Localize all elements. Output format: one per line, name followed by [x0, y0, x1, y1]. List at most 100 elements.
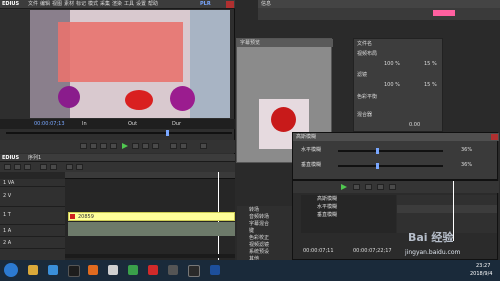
app-icon-3[interactable] — [168, 265, 178, 275]
preview-window-titlebar: 字幕预览 — [237, 39, 333, 47]
player-scrubber[interactable] — [6, 130, 232, 136]
player-menu-tools[interactable]: 工具 — [124, 2, 134, 7]
info-value-1: 15 % — [424, 61, 437, 67]
clock-date: 2018/9/4 — [470, 271, 493, 277]
ft-button-1[interactable] — [353, 184, 360, 190]
step-forward-button[interactable] — [132, 143, 139, 149]
effect-item-3[interactable]: 键 — [249, 229, 254, 234]
player-scrubber-handle[interactable] — [166, 130, 169, 136]
balloon-flower-right — [170, 86, 195, 111]
step-back-button[interactable] — [110, 143, 117, 149]
fast-forward-button[interactable] — [142, 143, 149, 149]
track-header-3[interactable]: 1 T — [0, 207, 65, 225]
app-icon-5[interactable] — [210, 265, 220, 275]
h-blur-label: 水平模糊 — [301, 147, 322, 153]
player-menu-clip[interactable]: 素材 — [64, 2, 74, 7]
loop-button[interactable] — [152, 143, 159, 149]
effect-item-0[interactable]: 转场 — [249, 208, 259, 213]
browser-icon[interactable] — [88, 265, 98, 275]
set-out-button[interactable] — [90, 143, 97, 149]
explorer-icon[interactable] — [28, 265, 38, 275]
close-icon[interactable] — [491, 134, 498, 140]
app-icon-2[interactable] — [148, 265, 158, 275]
chat-icon[interactable] — [68, 265, 80, 277]
media-icon[interactable] — [48, 265, 58, 275]
v-blur-label: 垂直模糊 — [301, 162, 322, 168]
timeline-sequence-name: 序列1 — [28, 155, 42, 161]
player-menu-file[interactable]: 文件 — [28, 2, 38, 7]
track-name-2: 2 V — [3, 193, 12, 199]
player-menu-settings[interactable]: 设置 — [136, 2, 146, 7]
start-button[interactable] — [4, 263, 18, 277]
player-menu-help[interactable]: 帮助 — [148, 2, 158, 7]
player-in-label: In — [82, 121, 87, 127]
save-button[interactable] — [24, 164, 31, 170]
h-blur-slider[interactable] — [338, 148, 443, 154]
v-blur-slider[interactable] — [338, 163, 443, 169]
info-details-panel: 文件名 视频布局 100 % 15 % 滤镜 100 % 15 % 色彩平衡 混… — [353, 38, 443, 132]
effect-item-1[interactable]: 音频转场 — [249, 215, 269, 220]
track-header-5[interactable]: 2 A — [0, 237, 65, 249]
timeline-ruler[interactable] — [65, 172, 235, 179]
effect-item-4[interactable]: 色彩校正 — [249, 236, 269, 241]
player-menu-edit[interactable]: 编辑 — [40, 2, 50, 7]
info-line-7: 混合器 — [357, 112, 373, 118]
play-icon[interactable] — [122, 143, 128, 149]
timeline-scrollbar[interactable] — [65, 254, 235, 258]
track-header-4[interactable]: 1 A — [0, 225, 65, 237]
filter-timecode-2: 00:00:07;22;17 — [353, 248, 392, 254]
close-icon[interactable] — [226, 1, 234, 8]
redo-button[interactable] — [50, 164, 57, 170]
filter-tree-item-1[interactable]: 水平模糊 — [317, 205, 337, 210]
ft-button-4[interactable] — [389, 184, 396, 190]
player-icon[interactable] — [108, 265, 118, 275]
filter-tree-item-2[interactable]: 垂直模糊 — [317, 213, 337, 218]
new-sequence-button[interactable] — [4, 164, 11, 170]
effect-item-5[interactable]: 视频滤镜 — [249, 243, 269, 248]
app-icon-1[interactable] — [128, 265, 138, 275]
thumb-decoration — [271, 107, 296, 132]
player-logo: EDIUS — [2, 1, 20, 7]
filter-tree-item-0[interactable]: 高斯模糊 — [317, 197, 337, 202]
filter-track-area[interactable] — [397, 195, 497, 233]
player-menu-mode[interactable]: 模式 — [88, 2, 98, 7]
timeline-clip[interactable]: 20859 — [68, 212, 235, 221]
insert-button[interactable] — [170, 143, 177, 149]
app-icon-4[interactable] — [188, 265, 200, 277]
set-in-button[interactable] — [80, 143, 87, 149]
track-name-4: 1 A — [3, 228, 12, 234]
player-menu-render[interactable]: 渲染 — [112, 2, 122, 7]
track-name-1: 1 VA — [3, 180, 15, 186]
cut-button[interactable] — [66, 164, 73, 170]
rewind-button[interactable] — [100, 143, 107, 149]
ft-button-3[interactable] — [377, 184, 384, 190]
info-panel: 信息 — [258, 0, 500, 20]
v-blur-slider-handle[interactable] — [375, 163, 379, 169]
play-icon[interactable] — [341, 184, 347, 190]
track-header-2[interactable]: 2 V — [0, 187, 65, 207]
export-button[interactable] — [200, 143, 207, 149]
player-titlebar: EDIUS 文件 编辑 视图 素材 标记 模式 采集 渲染 工具 设置 帮助 P… — [0, 0, 235, 9]
open-button[interactable] — [14, 164, 21, 170]
filter-timeline-toolbar — [293, 181, 499, 193]
filter-dialog-title: 高斯模糊 — [296, 134, 317, 140]
ripple-button[interactable] — [76, 164, 83, 170]
effect-item-6[interactable]: 系统预设 — [249, 250, 269, 255]
effect-item-2[interactable]: 字幕混合 — [249, 222, 269, 227]
player-mode-label[interactable]: PLR — [200, 2, 211, 7]
track-header-1[interactable]: 1 VA — [0, 179, 65, 187]
undo-button[interactable] — [40, 164, 47, 170]
player-menu-capture[interactable]: 采集 — [100, 2, 110, 7]
timeline-audio-area[interactable] — [68, 222, 235, 236]
player-menu-marker[interactable]: 标记 — [76, 2, 86, 7]
room-window-right — [190, 10, 230, 118]
h-blur-slider-handle[interactable] — [375, 148, 379, 154]
player-controls — [0, 140, 235, 153]
track-headers: 1 VA 2 V 1 T 1 A 2 A — [0, 179, 65, 260]
player-menu-view[interactable]: 视图 — [52, 2, 62, 7]
clip-color-tag — [70, 214, 75, 219]
overwrite-button[interactable] — [180, 143, 187, 149]
ft-button-2[interactable] — [365, 184, 372, 190]
filter-dialog: 高斯模糊 水平模糊 36% 垂直模糊 36% — [292, 132, 499, 180]
heart-balloon — [125, 90, 153, 110]
